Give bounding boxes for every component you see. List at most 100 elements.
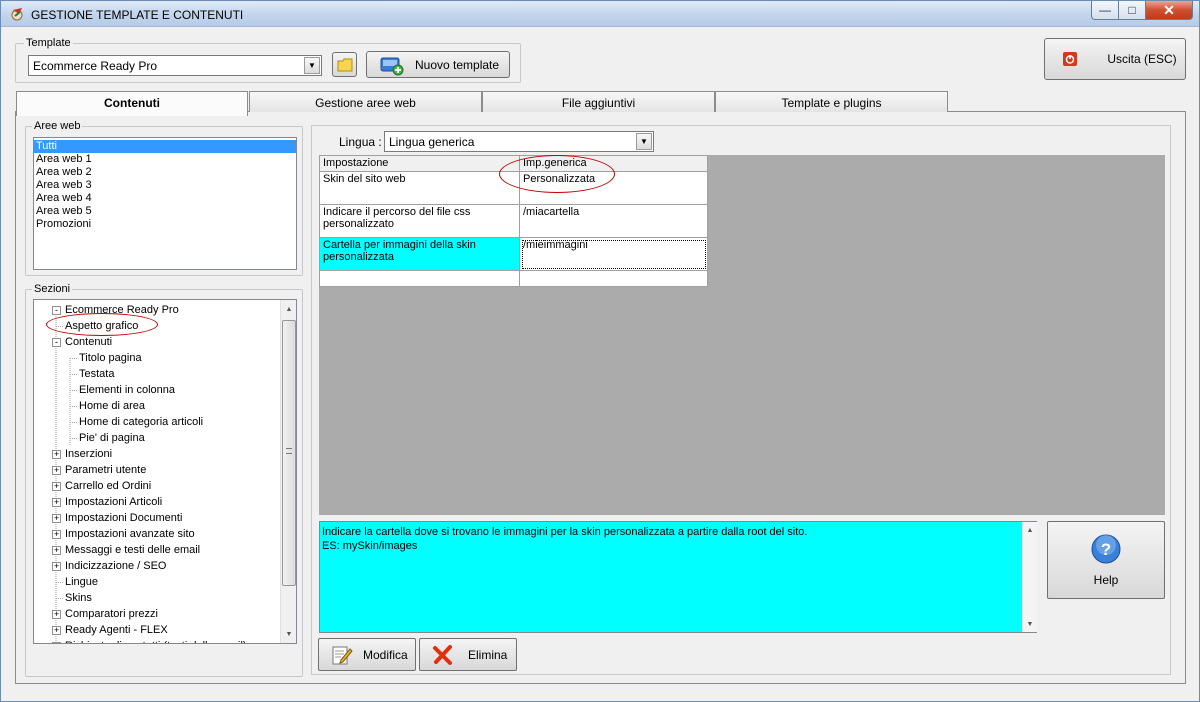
chevron-down-icon[interactable]: ▼ [636,133,652,150]
scroll-up-icon[interactable]: ▲ [281,301,296,317]
scroll-down-icon[interactable]: ▼ [281,626,296,642]
collapse-icon[interactable]: - [52,338,61,347]
lingua-label: Lingua : [339,135,382,149]
edit-icon [332,646,353,664]
expand-icon[interactable]: + [52,562,61,571]
table-row[interactable] [319,270,708,287]
close-button[interactable]: ✕ [1145,1,1193,20]
exit-label: Uscita (ESC) [1107,52,1177,66]
help-label: Help [1093,573,1119,587]
list-item[interactable]: Promozioni [34,218,296,231]
tree-item[interactable]: Carrello ed Ordini [65,478,151,494]
list-item[interactable]: Area web 3 [34,179,296,192]
settings-grid-area: Impostazione Imp.generica Skin del sito … [319,155,1165,515]
list-item[interactable]: Area web 5 [34,205,296,218]
open-folder-button[interactable] [332,52,357,77]
window-title: GESTIONE TEMPLATE E CONTENUTI [31,8,244,22]
tree-item[interactable]: Testata [79,366,114,382]
grid-cell-setting[interactable] [319,270,520,287]
sezioni-scrollbar[interactable]: ▲ ▼ [280,300,296,643]
elimina-button[interactable]: Elimina [419,638,517,671]
grid-cell-setting-selected[interactable]: Cartella per immagini della skin persona… [319,237,520,271]
tree-item[interactable]: Parametri utente [65,462,146,478]
tree-item[interactable]: Skins [65,590,92,606]
grid-cell-setting[interactable]: Skin del sito web [319,171,520,205]
list-item[interactable]: Area web 1 [34,153,296,166]
tree-item[interactable]: Elementi in colonna [79,382,175,398]
tree-item[interactable]: Home di categoria articoli [79,414,203,430]
expand-icon[interactable]: + [52,626,61,635]
table-row[interactable]: Indicare il percorso del file css person… [319,204,708,238]
grid-cell-value-editing[interactable]: /mieimmagini [519,237,708,271]
scroll-up-icon[interactable]: ▲ [1023,522,1037,538]
delete-icon [433,644,452,665]
annotation-circle-imp-generica [499,155,615,193]
list-item[interactable]: Tutti [34,140,296,153]
tree-item[interactable]: Impostazioni Documenti [65,510,182,526]
aree-web-list[interactable]: Tutti Area web 1 Area web 2 Area web 3 Area … [33,137,297,270]
expand-icon[interactable]: + [52,642,61,643]
tree-item[interactable]: Messaggi e testi delle email [65,542,200,558]
expand-icon[interactable]: + [52,450,61,459]
tree-item[interactable]: Lingue [65,574,98,590]
title-bar[interactable]: GESTIONE TEMPLATE E CONTENUTI — □ ✕ [1,1,1199,27]
expand-icon[interactable]: + [52,514,61,523]
tab-gestione-aree-web[interactable]: Gestione aree web [249,91,482,112]
exit-button[interactable]: Uscita (ESC) [1044,38,1186,80]
expand-icon[interactable]: + [52,530,61,539]
tree-item[interactable]: Contenuti [65,334,112,350]
tree-item[interactable]: Impostazioni Articoli [65,494,162,510]
tree-item[interactable]: Indicizzazione / SEO [65,558,167,574]
tab-file-aggiuntivi[interactable]: File aggiuntivi [482,91,715,112]
folder-icon [337,58,352,71]
help-icon: ? [1091,534,1121,564]
grid-cell-setting[interactable]: Indicare il percorso del file css person… [319,204,520,238]
tree-item[interactable]: Inserzioni [65,446,112,462]
maximize-icon: □ [1128,3,1136,17]
minimize-button[interactable]: — [1091,1,1119,20]
tree-item[interactable]: Comparatori prezzi [65,606,158,622]
expand-icon[interactable]: + [52,546,61,555]
tab-contenuti[interactable]: Contenuti [16,91,248,116]
tab-template-plugins[interactable]: Template e plugins [715,91,948,112]
main-window: GESTIONE TEMPLATE E CONTENUTI — □ ✕ Temp… [0,0,1200,702]
list-item[interactable]: Area web 4 [34,192,296,205]
new-template-label: Nuovo template [415,57,500,72]
grid-cell-value[interactable] [519,270,708,287]
tree-item[interactable]: Pie' di pagina [79,430,145,446]
expand-icon[interactable]: + [52,466,61,475]
tree-item[interactable]: Ready Agenti - FLEX [65,622,168,638]
new-template-button[interactable]: Nuovo template [366,51,510,78]
scroll-thumb[interactable] [282,320,296,586]
description-line-1: Indicare la cartella dove si trovano le … [322,526,808,538]
close-icon: ✕ [1163,1,1175,18]
power-icon [1063,52,1077,66]
modifica-button[interactable]: Modifica [318,638,416,671]
grid-cell-value[interactable]: /miacartella [519,204,708,238]
tree-item[interactable]: Impostazioni avanzate sito [65,526,195,542]
tree-item[interactable]: Titolo pagina [79,350,142,366]
minimize-icon: — [1099,3,1111,17]
sezioni-tree[interactable]: Ecommerce Ready Pro - Aspetto grafico Conte… [33,299,297,644]
collapse-icon[interactable]: - [52,306,61,315]
scroll-down-icon[interactable]: ▼ [1023,616,1037,632]
expand-icon[interactable]: + [52,498,61,507]
list-item[interactable]: Area web 2 [34,166,296,179]
template-select[interactable]: Ecommerce Ready Pro ▼ [28,55,322,76]
modifica-label: Modifica [363,647,408,662]
tree-item[interactable]: Home di area [79,398,145,414]
description-box[interactable]: Indicare la cartella dove si trovano le … [319,521,1037,633]
expand-icon[interactable]: + [52,610,61,619]
chevron-down-icon[interactable]: ▼ [304,57,320,74]
tree-item[interactable]: Richiesta di contatti (testi delle email… [65,638,247,643]
lingua-select-value: Lingua generica [389,135,475,149]
expand-icon[interactable]: + [52,482,61,491]
description-scrollbar[interactable]: ▲ ▼ [1022,522,1037,632]
template-group-label: Template [24,37,73,49]
lingua-select[interactable]: Lingua generica ▼ [384,131,654,152]
maximize-button[interactable]: □ [1118,1,1146,20]
help-button[interactable]: ? Help [1047,521,1165,599]
table-row[interactable]: Cartella per immagini della skin persona… [319,237,708,271]
new-template-icon [380,57,404,75]
elimina-label: Elimina [468,647,508,662]
